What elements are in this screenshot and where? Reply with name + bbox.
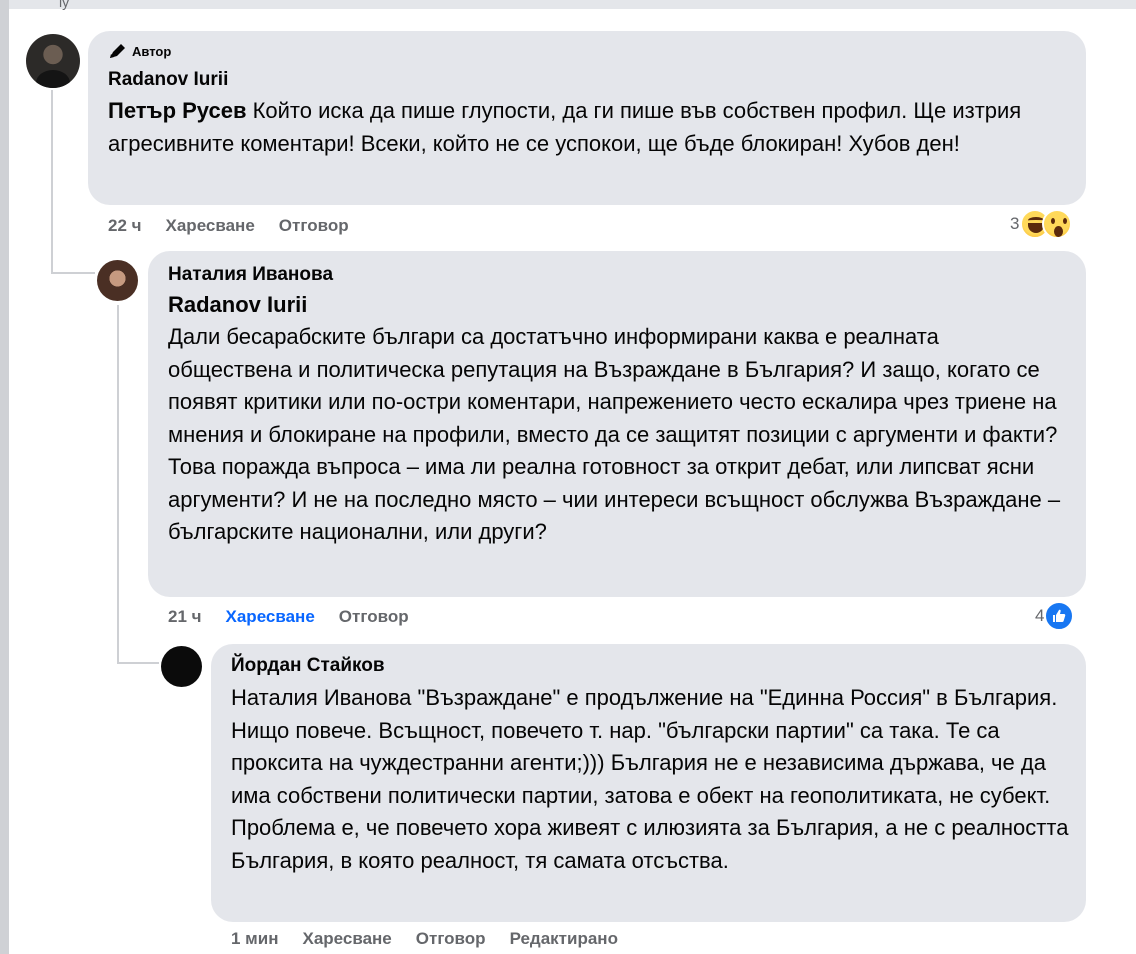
thumbs-up-icon: [1053, 609, 1066, 622]
comment-body: Наталия Иванова "Възраждане" е продължен…: [231, 685, 1069, 873]
comment-bubble: Наталия Иванова Radanov Iurii Дали бесар…: [148, 251, 1086, 597]
comment-timestamp[interactable]: 1 мин: [231, 929, 278, 949]
reply-button[interactable]: Отговор: [279, 216, 349, 236]
window-top-border: ly: [9, 0, 1136, 10]
avatar[interactable]: [97, 260, 138, 301]
comment-bubble: Автор Radanov Iurii Петър Русев Който ис…: [88, 31, 1086, 205]
comment-body: Дали бесарабските българи са достатъчно …: [168, 324, 1061, 544]
comment-actions: 22 ч Харесване Отговор: [108, 216, 349, 236]
thread-line-reply-elbow: [117, 662, 159, 664]
reaction-count: 4: [1035, 606, 1045, 625]
like-button[interactable]: Харесване: [166, 216, 255, 236]
author-badge-label: Автор: [132, 43, 172, 59]
thread-line-reply: [117, 305, 119, 664]
edited-label[interactable]: Редактирано: [510, 929, 618, 949]
avatar[interactable]: [26, 34, 80, 88]
mention-link[interactable]: Radanov Iurii: [168, 289, 307, 321]
comment-timestamp[interactable]: 22 ч: [108, 216, 142, 236]
reaction-count: 3: [1010, 214, 1020, 233]
clipped-previous-text: ly: [59, 0, 70, 10]
like-button[interactable]: Харесване: [302, 929, 391, 949]
comment-author-name[interactable]: Radanov Iurii: [108, 69, 228, 91]
author-badge: Автор: [108, 42, 171, 60]
like-icon: [1044, 601, 1075, 631]
thread-line-main: [51, 90, 53, 274]
avatar[interactable]: [161, 646, 202, 687]
comment-actions: 21 ч Харесване Отговор: [168, 607, 409, 627]
reaction-summary[interactable]: 3: [1010, 209, 1073, 239]
window-left-border: [0, 0, 9, 954]
reply-button[interactable]: Отговор: [416, 929, 486, 949]
comment-author-name[interactable]: Наталия Иванова: [168, 264, 333, 286]
pen-icon: [110, 44, 125, 58]
comment-timestamp[interactable]: 21 ч: [168, 607, 202, 627]
reply-button[interactable]: Отговор: [339, 607, 409, 627]
mention-link[interactable]: Петър Русев: [108, 98, 246, 123]
comment-author-name[interactable]: Йордан Стайков: [231, 655, 385, 677]
reaction-summary[interactable]: 4: [1035, 601, 1075, 631]
comment-actions: 1 мин Харесване Отговор Редактирано: [231, 929, 618, 949]
comment-bubble: Йордан Стайков Наталия Иванова "Възражда…: [211, 644, 1086, 922]
thread-line-main-elbow: [51, 272, 95, 274]
wow-emoji-icon: [1042, 209, 1073, 239]
comment-text: Петър Русев Който иска да пише глупости,…: [108, 95, 1073, 160]
like-button[interactable]: Харесване: [226, 607, 315, 627]
